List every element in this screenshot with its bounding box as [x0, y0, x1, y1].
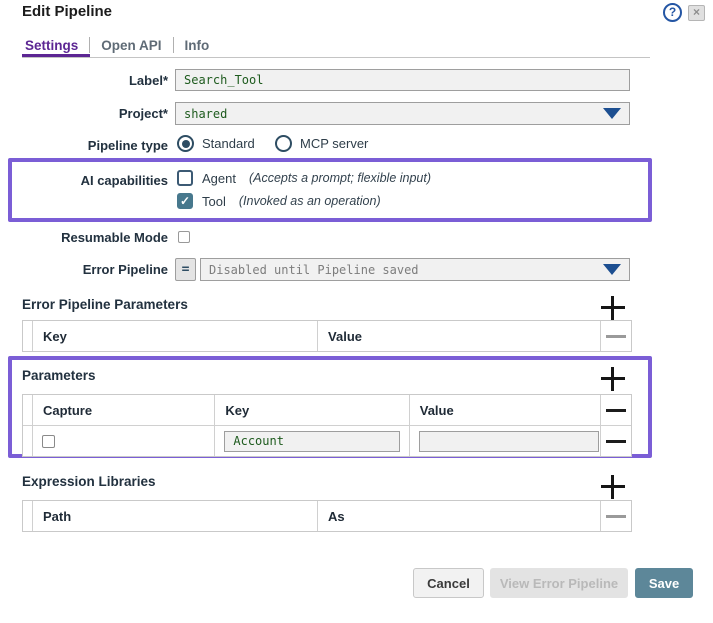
- parameter-row: [23, 425, 631, 456]
- error-pipeline-value: Disabled until Pipeline saved: [209, 262, 419, 277]
- parameters-table: Capture Key Value: [22, 394, 632, 457]
- label-field-label: Label*: [128, 73, 168, 88]
- resumable-mode-checkbox[interactable]: [178, 231, 190, 243]
- expression-libraries-title: Expression Libraries: [22, 474, 156, 489]
- ai-capabilities-label: AI capabilities: [80, 173, 168, 188]
- error-pipeline-parameters-title: Error Pipeline Parameters: [22, 297, 188, 312]
- radio-mcp-label: MCP server: [300, 136, 369, 151]
- column-header-path: Path: [33, 501, 319, 531]
- chevron-down-icon: [603, 108, 621, 119]
- radio-standard[interactable]: [177, 135, 194, 152]
- value-cell: [410, 426, 602, 456]
- error-pipeline-label: Error Pipeline: [82, 262, 168, 277]
- resumable-mode-label: Resumable Mode: [61, 230, 168, 245]
- row-handle-cell: [23, 426, 33, 456]
- pipeline-type-standard-option: Standard: [177, 135, 255, 152]
- help-icon[interactable]: ?: [663, 3, 682, 22]
- column-header-as: As: [318, 501, 602, 531]
- label-input[interactable]: [175, 69, 630, 91]
- remove-row-button[interactable]: [601, 501, 631, 531]
- tab-open-api[interactable]: Open API: [101, 38, 161, 53]
- remove-row-button[interactable]: [601, 395, 631, 425]
- agent-label: Agent: [202, 170, 236, 186]
- tab-separator: [89, 37, 91, 53]
- key-cell: [215, 426, 410, 456]
- error-pipeline-select[interactable]: Disabled until Pipeline saved: [200, 258, 630, 281]
- tool-capability-row: ✓ Tool (Invoked as an operation): [177, 193, 381, 209]
- page-title: Edit Pipeline: [22, 3, 113, 20]
- add-parameter-button[interactable]: [601, 367, 625, 391]
- project-field-label: Project*: [118, 106, 168, 121]
- tab-bar: Settings Open API Info: [25, 37, 209, 53]
- expression-equals-button[interactable]: =: [175, 258, 196, 281]
- view-error-pipeline-button[interactable]: View Error Pipeline: [490, 568, 628, 598]
- edit-pipeline-dialog: Edit Pipeline ? × Settings Open API Info…: [0, 0, 713, 623]
- radio-mcp-server[interactable]: [275, 135, 292, 152]
- parameter-value-input[interactable]: [418, 430, 599, 452]
- capture-cell: [33, 426, 216, 456]
- pipeline-type-label: Pipeline type: [87, 138, 168, 153]
- table-header-row: Key Value: [23, 321, 631, 351]
- agent-note: (Accepts a prompt; flexible input): [248, 171, 432, 185]
- radio-standard-label: Standard: [202, 136, 255, 151]
- minus-icon: [606, 408, 627, 412]
- column-header-value: Value: [318, 321, 602, 351]
- agent-capability-row: Agent (Accepts a prompt; flexible input): [177, 170, 431, 186]
- column-header-key: Key: [33, 321, 319, 351]
- column-header-value: Value: [410, 395, 602, 425]
- project-select[interactable]: shared: [175, 102, 630, 125]
- error-pipeline-parameters-table: Key Value: [22, 320, 632, 352]
- save-button[interactable]: Save: [635, 568, 693, 598]
- minus-icon: [606, 334, 627, 338]
- project-selected-value: shared: [184, 106, 228, 121]
- parameter-key-input[interactable]: [224, 430, 401, 452]
- remove-row-button[interactable]: [601, 321, 631, 351]
- column-header-capture: Capture: [33, 395, 216, 425]
- add-expression-library-button[interactable]: [601, 475, 625, 499]
- row-handle-cell: [23, 395, 33, 425]
- close-icon[interactable]: ×: [688, 5, 705, 21]
- table-header-row: Capture Key Value: [23, 395, 631, 425]
- expression-libraries-table: Path As: [22, 500, 632, 532]
- pipeline-type-mcp-option: MCP server: [275, 135, 368, 152]
- table-header-row: Path As: [23, 501, 631, 531]
- radio-selected-dot: [181, 139, 190, 148]
- tool-label: Tool: [202, 193, 226, 209]
- parameters-title: Parameters: [22, 368, 96, 383]
- tool-checkbox[interactable]: ✓: [177, 193, 193, 209]
- row-handle-cell: [23, 321, 33, 351]
- minus-icon: [606, 514, 627, 518]
- agent-checkbox[interactable]: [177, 170, 193, 186]
- tab-separator: [172, 37, 174, 53]
- capture-checkbox[interactable]: [41, 434, 55, 448]
- tab-divider-line: [22, 57, 650, 58]
- ai-capabilities-highlight-box: [8, 158, 652, 222]
- tab-info[interactable]: Info: [185, 38, 210, 53]
- cancel-button[interactable]: Cancel: [413, 568, 484, 598]
- remove-row-button[interactable]: [601, 426, 631, 456]
- tab-settings[interactable]: Settings: [25, 38, 78, 53]
- tool-note: (Invoked as an operation): [238, 194, 381, 208]
- add-error-pipeline-parameter-button[interactable]: [601, 296, 625, 320]
- row-handle-cell: [23, 501, 33, 531]
- minus-icon: [606, 439, 627, 443]
- chevron-down-icon: [603, 264, 621, 275]
- column-header-key: Key: [215, 395, 410, 425]
